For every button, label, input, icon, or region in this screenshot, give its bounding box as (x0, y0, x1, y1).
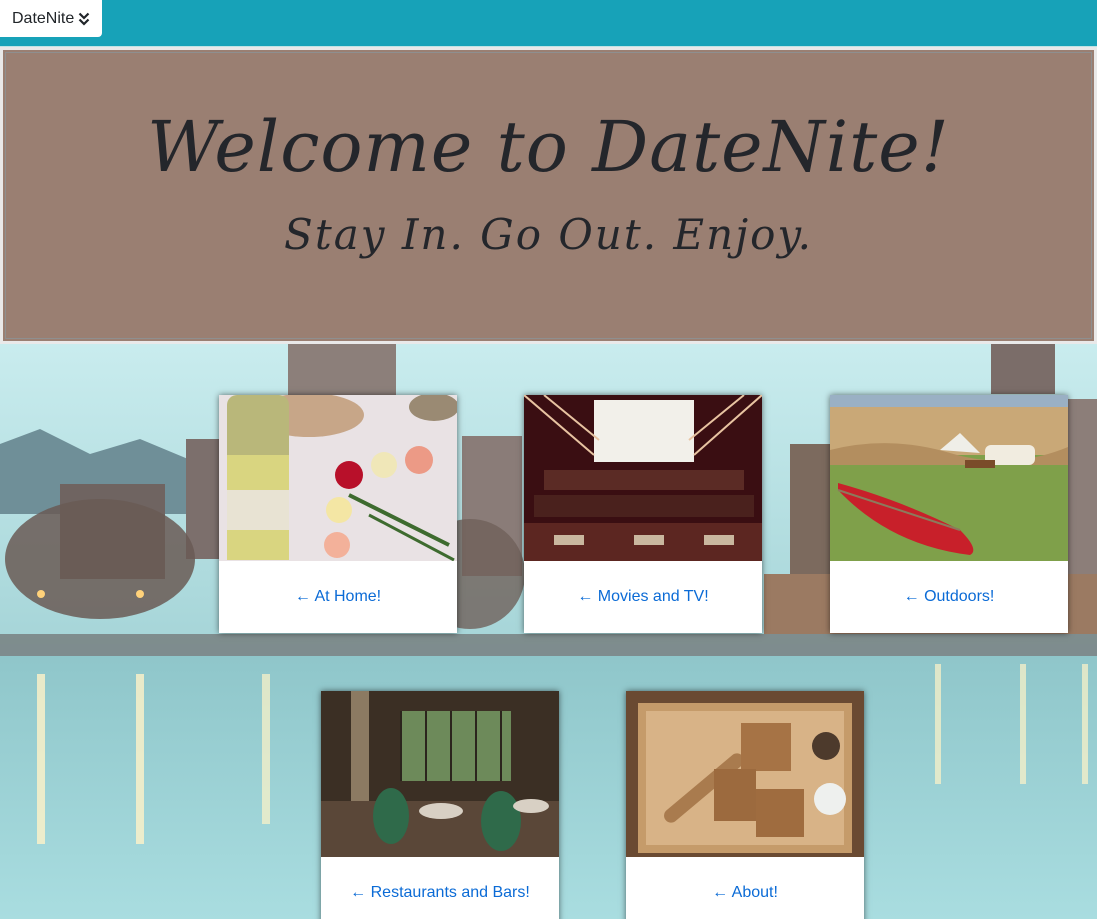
restaurants-and-bars-link[interactable]: ← Restaurants and Bars! (321, 857, 559, 903)
card-outdoors: ← Outdoors! (830, 395, 1068, 633)
card-restaurants-and-bars: ← Restaurants and Bars! (321, 691, 559, 919)
card-at-home: ← At Home! (219, 395, 457, 633)
outdoors-link[interactable]: ← Outdoors! (830, 561, 1068, 607)
restaurant-interior-photo[interactable] (321, 691, 559, 857)
movie-theater-photo[interactable] (524, 395, 762, 561)
hero-subtitle: Stay In. Go Out. Enjoy. (284, 210, 813, 259)
card-movies-and-tv: ← Movies and TV! (524, 395, 762, 633)
baking-tray-photo[interactable] (626, 691, 864, 857)
canoe-picnic-photo[interactable] (830, 395, 1068, 561)
wine-bottle-and-roses-photo[interactable] (219, 395, 457, 561)
brand-dropdown-button[interactable]: DateNite (0, 0, 102, 37)
about-link[interactable]: ← About! (626, 857, 864, 903)
brand-label: DateNite (12, 9, 75, 27)
movies-and-tv-link[interactable]: ← Movies and TV! (524, 561, 762, 607)
hero-title: Welcome to DateNite! (147, 106, 950, 188)
card-about: ← About! (626, 691, 864, 919)
chevron-double-down-icon (78, 12, 90, 26)
at-home-link[interactable]: ← At Home! (219, 561, 457, 607)
hero-banner: Welcome to DateNite! Stay In. Go Out. En… (0, 47, 1097, 344)
top-navbar: DateNite (0, 0, 1097, 46)
